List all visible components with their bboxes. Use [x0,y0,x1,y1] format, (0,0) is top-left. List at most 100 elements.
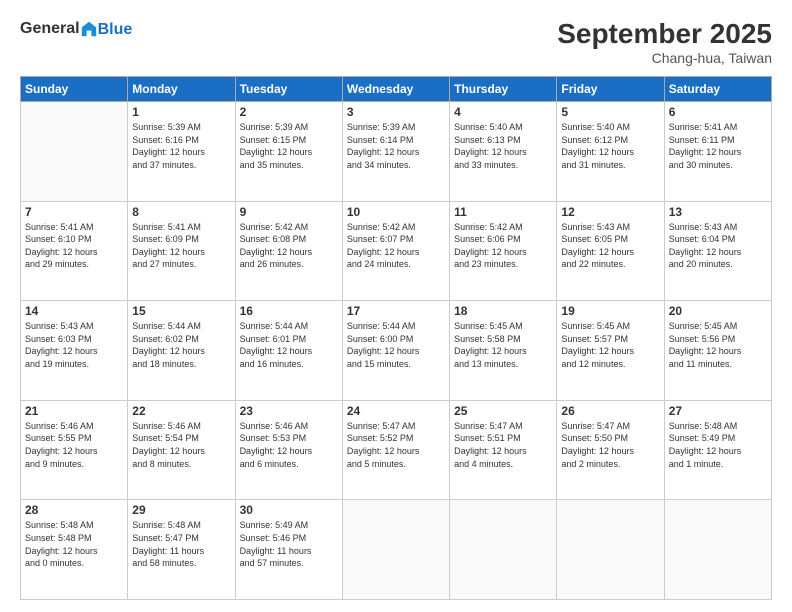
week-row-1: 1 Sunrise: 5:39 AM Sunset: 6:16 PM Daylig… [21,102,772,202]
day-info: Sunrise: 5:41 AM Sunset: 6:10 PM Dayligh… [25,221,123,271]
day-number: 12 [561,205,659,219]
day-info: Sunrise: 5:42 AM Sunset: 6:08 PM Dayligh… [240,221,338,271]
day-number: 5 [561,105,659,119]
calendar-cell-3-6: 27 Sunrise: 5:48 AM Sunset: 5:49 PM Dayli… [664,400,771,500]
day-info: Sunrise: 5:45 AM Sunset: 5:58 PM Dayligh… [454,320,552,370]
day-info: Sunrise: 5:43 AM Sunset: 6:03 PM Dayligh… [25,320,123,370]
day-info: Sunrise: 5:47 AM Sunset: 5:50 PM Dayligh… [561,420,659,470]
day-number: 17 [347,304,445,318]
page: General Blue September 2025 Chang-hua, T… [0,0,792,612]
day-info: Sunrise: 5:42 AM Sunset: 6:07 PM Dayligh… [347,221,445,271]
calendar-cell-3-2: 23Sunrise: 5:46 AM Sunset: 5:53 PM Dayli… [235,400,342,500]
day-info: Sunrise: 5:47 AM Sunset: 5:51 PM Dayligh… [454,420,552,470]
day-number: 10 [347,205,445,219]
header: General Blue September 2025 Chang-hua, T… [20,18,772,66]
calendar-cell-0-3: 3 Sunrise: 5:39 AM Sunset: 6:14 PM Daylig… [342,102,449,202]
calendar-cell-2-5: 19 Sunrise: 5:45 AM Sunset: 5:57 PM Dayli… [557,301,664,401]
day-info: Sunrise: 5:45 AM Sunset: 5:57 PM Dayligh… [561,320,659,370]
calendar-table: Sunday Monday Tuesday Wednesday Thursday… [20,76,772,600]
calendar-cell-4-2: 30 Sunrise: 5:49 AM Sunset: 5:46 PM Dayli… [235,500,342,600]
col-wednesday: Wednesday [342,77,449,102]
calendar-cell-1-2: 9 Sunrise: 5:42 AM Sunset: 6:08 PM Daylig… [235,201,342,301]
day-number: 3 [347,105,445,119]
calendar-cell-0-0 [21,102,128,202]
day-info: Sunrise: 5:49 AM Sunset: 5:46 PM Dayligh… [240,519,338,569]
day-number: 23 [240,404,338,418]
day-number: 14 [25,304,123,318]
week-row-4: 21 Sunrise: 5:46 AM Sunset: 5:55 PM Dayli… [21,400,772,500]
calendar-cell-0-4: 4Sunrise: 5:40 AM Sunset: 6:13 PM Daylig… [450,102,557,202]
calendar-cell-4-1: 29Sunrise: 5:48 AM Sunset: 5:47 PM Dayli… [128,500,235,600]
calendar-cell-4-5 [557,500,664,600]
day-info: Sunrise: 5:43 AM Sunset: 6:04 PM Dayligh… [669,221,767,271]
day-number: 15 [132,304,230,318]
logo-general-text: General [20,20,80,38]
calendar-cell-1-5: 12 Sunrise: 5:43 AM Sunset: 6:05 PM Dayli… [557,201,664,301]
calendar-cell-3-0: 21 Sunrise: 5:46 AM Sunset: 5:55 PM Dayli… [21,400,128,500]
calendar-cell-1-3: 10 Sunrise: 5:42 AM Sunset: 6:07 PM Dayli… [342,201,449,301]
day-info: Sunrise: 5:48 AM Sunset: 5:48 PM Dayligh… [25,519,123,569]
day-number: 11 [454,205,552,219]
calendar-cell-2-3: 17Sunrise: 5:44 AM Sunset: 6:00 PM Dayli… [342,301,449,401]
day-number: 16 [240,304,338,318]
day-info: Sunrise: 5:39 AM Sunset: 6:14 PM Dayligh… [347,121,445,171]
day-info: Sunrise: 5:40 AM Sunset: 6:13 PM Dayligh… [454,121,552,171]
day-number: 20 [669,304,767,318]
calendar-cell-4-3 [342,500,449,600]
calendar-cell-0-6: 6Sunrise: 5:41 AM Sunset: 6:11 PM Daylig… [664,102,771,202]
day-info: Sunrise: 5:48 AM Sunset: 5:49 PM Dayligh… [669,420,767,470]
day-info: Sunrise: 5:42 AM Sunset: 6:06 PM Dayligh… [454,221,552,271]
day-number: 22 [132,404,230,418]
calendar-cell-0-1: 1 Sunrise: 5:39 AM Sunset: 6:16 PM Daylig… [128,102,235,202]
day-number: 6 [669,105,767,119]
day-number: 28 [25,503,123,517]
day-info: Sunrise: 5:45 AM Sunset: 5:56 PM Dayligh… [669,320,767,370]
calendar-cell-0-2: 2 Sunrise: 5:39 AM Sunset: 6:15 PM Daylig… [235,102,342,202]
day-number: 30 [240,503,338,517]
day-number: 7 [25,205,123,219]
day-info: Sunrise: 5:44 AM Sunset: 6:02 PM Dayligh… [132,320,230,370]
calendar-cell-1-4: 11 Sunrise: 5:42 AM Sunset: 6:06 PM Dayli… [450,201,557,301]
col-tuesday: Tuesday [235,77,342,102]
calendar-cell-4-0: 28 Sunrise: 5:48 AM Sunset: 5:48 PM Dayli… [21,500,128,600]
logo: General Blue [20,18,132,39]
day-number: 19 [561,304,659,318]
week-row-2: 7 Sunrise: 5:41 AM Sunset: 6:10 PM Daylig… [21,201,772,301]
col-saturday: Saturday [664,77,771,102]
day-info: Sunrise: 5:39 AM Sunset: 6:16 PM Dayligh… [132,121,230,171]
calendar-cell-3-4: 25 Sunrise: 5:47 AM Sunset: 5:51 PM Dayli… [450,400,557,500]
week-row-5: 28 Sunrise: 5:48 AM Sunset: 5:48 PM Dayli… [21,500,772,600]
day-number: 24 [347,404,445,418]
month-title: September 2025 [557,18,772,50]
day-number: 13 [669,205,767,219]
col-thursday: Thursday [450,77,557,102]
col-friday: Friday [557,77,664,102]
calendar-cell-2-2: 16Sunrise: 5:44 AM Sunset: 6:01 PM Dayli… [235,301,342,401]
day-info: Sunrise: 5:47 AM Sunset: 5:52 PM Dayligh… [347,420,445,470]
title-section: September 2025 Chang-hua, Taiwan [557,18,772,66]
week-row-3: 14 Sunrise: 5:43 AM Sunset: 6:03 PM Dayli… [21,301,772,401]
day-number: 1 [132,105,230,119]
day-number: 21 [25,404,123,418]
calendar-cell-1-1: 8Sunrise: 5:41 AM Sunset: 6:09 PM Daylig… [128,201,235,301]
day-info: Sunrise: 5:43 AM Sunset: 6:05 PM Dayligh… [561,221,659,271]
calendar-cell-3-1: 22 Sunrise: 5:46 AM Sunset: 5:54 PM Dayli… [128,400,235,500]
calendar-cell-4-4 [450,500,557,600]
calendar-cell-4-6 [664,500,771,600]
day-number: 9 [240,205,338,219]
calendar-cell-3-5: 26Sunrise: 5:47 AM Sunset: 5:50 PM Dayli… [557,400,664,500]
day-number: 2 [240,105,338,119]
col-monday: Monday [128,77,235,102]
col-sunday: Sunday [21,77,128,102]
day-info: Sunrise: 5:39 AM Sunset: 6:15 PM Dayligh… [240,121,338,171]
calendar-cell-2-6: 20 Sunrise: 5:45 AM Sunset: 5:56 PM Dayli… [664,301,771,401]
calendar-cell-2-4: 18Sunrise: 5:45 AM Sunset: 5:58 PM Dayli… [450,301,557,401]
calendar-cell-0-5: 5 Sunrise: 5:40 AM Sunset: 6:12 PM Daylig… [557,102,664,202]
calendar-cell-2-1: 15 Sunrise: 5:44 AM Sunset: 6:02 PM Dayli… [128,301,235,401]
day-info: Sunrise: 5:46 AM Sunset: 5:54 PM Dayligh… [132,420,230,470]
day-info: Sunrise: 5:40 AM Sunset: 6:12 PM Dayligh… [561,121,659,171]
calendar-header-row: Sunday Monday Tuesday Wednesday Thursday… [21,77,772,102]
day-number: 25 [454,404,552,418]
day-info: Sunrise: 5:46 AM Sunset: 5:55 PM Dayligh… [25,420,123,470]
day-number: 27 [669,404,767,418]
